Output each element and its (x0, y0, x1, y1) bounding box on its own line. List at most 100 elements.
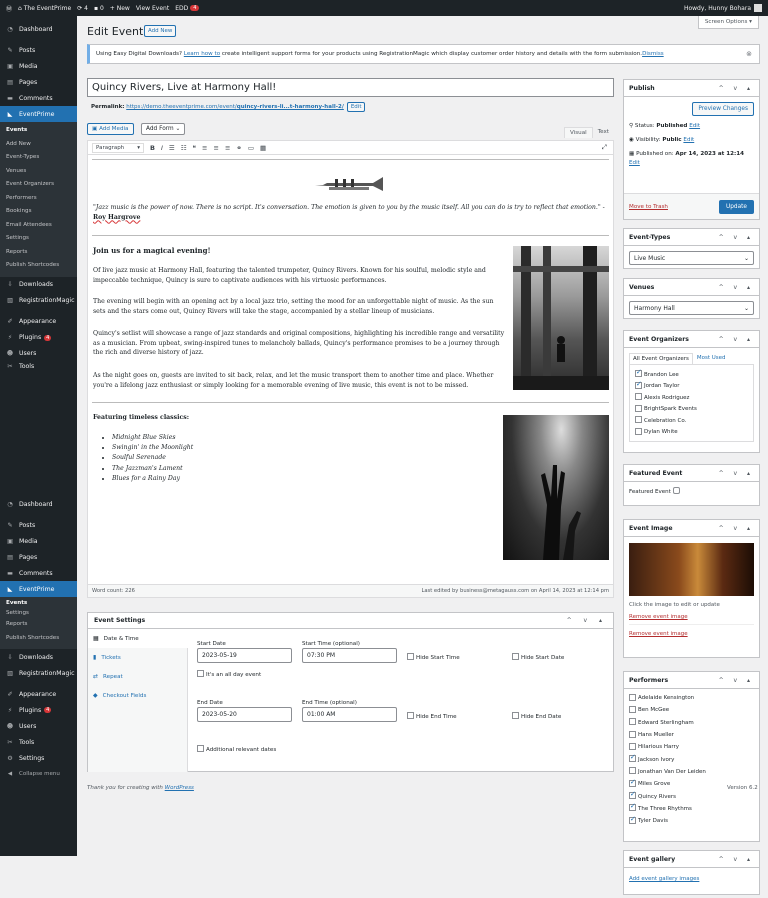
edd-link[interactable]: EDD 4 (175, 5, 200, 12)
new-link[interactable]: + New (110, 5, 130, 12)
submenu-reports[interactable]: Reports (0, 246, 77, 260)
hide-end-date-checkbox[interactable]: Hide End Date (512, 712, 561, 720)
move-to-trash-link[interactable]: Move to Trash (629, 204, 668, 210)
checkbox[interactable] (629, 753, 636, 763)
checkbox[interactable] (629, 815, 636, 824)
menu-pages-2[interactable]: ▤ Pages (0, 549, 77, 565)
move-collapse-icons[interactable]: ^ v ▴ (567, 617, 607, 624)
checkbox[interactable] (629, 718, 636, 726)
italic-icon[interactable]: I (161, 144, 163, 152)
updates-link[interactable]: ⟳ 4 (77, 5, 88, 12)
checkbox[interactable] (512, 712, 519, 719)
tab-repeat[interactable]: ⇄ Repeat (88, 667, 187, 686)
featured-header[interactable]: Featured Event ^ v ▴ (624, 465, 759, 482)
performer-item[interactable]: Adelaide Kensington (624, 692, 759, 704)
permalink-link[interactable]: https://demo.theeventprime.com/event/qui… (126, 104, 344, 110)
all-day-checkbox[interactable]: It's an all day event (197, 670, 261, 678)
submenu-venues[interactable]: Venues (0, 165, 77, 179)
gallery-header[interactable]: Event gallery ^ v ▴ (624, 851, 759, 868)
dismiss-link[interactable]: Dismiss (642, 51, 664, 57)
submenu-publish-shortcodes-2[interactable]: Publish Shortcodes (0, 632, 77, 646)
additional-dates-checkbox[interactable]: Additional relevant dates (197, 745, 276, 753)
move-collapse-icons[interactable]: ^ v ▴ (719, 284, 754, 291)
menu-plugins[interactable]: ⚡ Plugins 4 (0, 330, 77, 346)
checkbox[interactable] (629, 693, 636, 701)
preview-changes-button[interactable]: Preview Changes (692, 102, 754, 116)
menu-settings-2[interactable]: ⚙ Settings (0, 750, 77, 766)
menu-eventprime-2[interactable]: ◣ EventPrime (0, 581, 77, 597)
remove-link[interactable]: Remove event image (629, 631, 688, 637)
toolbar-toggle-icon[interactable]: ▦ (260, 144, 266, 152)
wordpress-link[interactable]: WordPress (165, 785, 194, 791)
menu-plugins-2[interactable]: ⚡ Plugins 4 (0, 702, 77, 718)
submenu-performers[interactable]: Performers (0, 192, 77, 206)
move-collapse-icons[interactable]: ^ v ▴ (719, 85, 754, 92)
hide-start-time-checkbox[interactable]: Hide Start Time (407, 653, 460, 661)
raised-hands-photo[interactable] (503, 415, 609, 560)
move-collapse-icons[interactable]: ^ v ▴ (719, 677, 754, 684)
menu-downloads-2[interactable]: ⇩ Downloads (0, 649, 77, 665)
menu-comments[interactable]: ▬ Comments (0, 90, 77, 106)
featured-event-checkbox[interactable]: Featured Event (624, 482, 759, 501)
checkbox[interactable] (635, 368, 642, 378)
performer-item[interactable]: Jackson Ivory (624, 753, 759, 765)
submenu-events-2[interactable]: Events (0, 599, 77, 608)
learn-how-link[interactable]: Learn how to (184, 51, 220, 57)
account-menu[interactable]: Howdy, Hunny Bohara (684, 4, 762, 12)
submenu-publish-shortcodes[interactable]: Publish Shortcodes (0, 259, 77, 273)
checkbox[interactable] (197, 670, 204, 677)
performer-item[interactable]: Tyler Davis (624, 815, 759, 827)
wordpress-logo-icon[interactable]: Ⓦ (6, 4, 12, 13)
checkbox[interactable] (629, 767, 636, 775)
tab-all-organizers[interactable]: All Event Organizers (629, 353, 693, 364)
menu-tools-2[interactable]: ✂ Tools (0, 734, 77, 750)
event-settings-header[interactable]: Event Settings ^ v ▴ (88, 613, 613, 629)
comments-link[interactable]: ▪ 0 (94, 5, 104, 12)
venue-select[interactable]: Harmony Hall ⌄ (629, 301, 754, 315)
menu-users[interactable]: ☻ Users (0, 346, 77, 362)
performer-item[interactable]: Hilarious Harry (624, 741, 759, 753)
fullscreen-icon[interactable]: ⤢ (602, 143, 607, 152)
organizer-item[interactable]: Jordan Taylor (630, 380, 753, 393)
checkbox[interactable] (407, 653, 414, 660)
add-form-button[interactable]: Add Form ⌄ (141, 123, 186, 135)
tab-text[interactable]: Text (593, 127, 614, 138)
menu-media-2[interactable]: ▣ Media (0, 533, 77, 549)
add-gallery-images-link[interactable]: Add event gallery images (629, 876, 699, 882)
performer-item[interactable]: Ben McGee (624, 704, 759, 716)
format-select[interactable]: Paragraph ▾ (92, 142, 144, 153)
organizer-item[interactable]: BrightSpark Events (630, 404, 753, 416)
submenu-settings-2[interactable]: Settings (0, 608, 77, 618)
remove-link[interactable]: Remove event image (629, 614, 688, 620)
submenu-event-organizers[interactable]: Event Organizers (0, 178, 77, 192)
checkbox[interactable] (629, 802, 636, 812)
checkbox[interactable] (635, 416, 642, 424)
organizer-item[interactable]: Alexis Rodriguez (630, 392, 753, 404)
performer-item[interactable]: Edward Sterlingham (624, 717, 759, 729)
checkbox[interactable] (635, 427, 642, 435)
submenu-events[interactable]: Events (0, 124, 77, 138)
start-date-input[interactable]: 2023-05-19 (197, 648, 292, 663)
menu-dashboard[interactable]: ◔ Dashboard (0, 21, 77, 37)
menu-registrationmagic-2[interactable]: ▧ RegistrationMagic (0, 665, 77, 681)
menu-downloads[interactable]: ⇩ Downloads (0, 277, 77, 293)
menu-pages[interactable]: ▤ Pages (0, 74, 77, 90)
event-types-header[interactable]: Event-Types ^ v ▴ (624, 229, 759, 246)
move-collapse-icons[interactable]: ^ v ▴ (719, 470, 754, 477)
concert-hall-photo[interactable] (513, 246, 609, 390)
numbered-list-icon[interactable]: ☷ (181, 144, 187, 152)
menu-posts[interactable]: ✎ Posts (0, 42, 77, 58)
link-icon[interactable]: ⚭ (236, 144, 241, 152)
checkbox[interactable] (635, 404, 642, 412)
hide-start-date-checkbox[interactable]: Hide Start Date (512, 653, 564, 661)
venues-header[interactable]: Venues ^ v ▴ (624, 279, 759, 296)
organizer-item[interactable]: Celebration Co. (630, 415, 753, 427)
add-gallery-link[interactable]: Add event gallery images (624, 868, 759, 890)
checkbox[interactable] (635, 380, 642, 389)
tab-visual[interactable]: Visual (563, 127, 593, 138)
end-time-input[interactable]: 01:00 AM (302, 707, 397, 722)
menu-users-2[interactable]: ☻ Users (0, 718, 77, 734)
tab-date-time[interactable]: ▦ Date & Time (88, 629, 188, 648)
remove-event-image-link-2[interactable]: Remove event image (624, 625, 759, 637)
submenu-add-new[interactable]: Add New (0, 138, 77, 152)
